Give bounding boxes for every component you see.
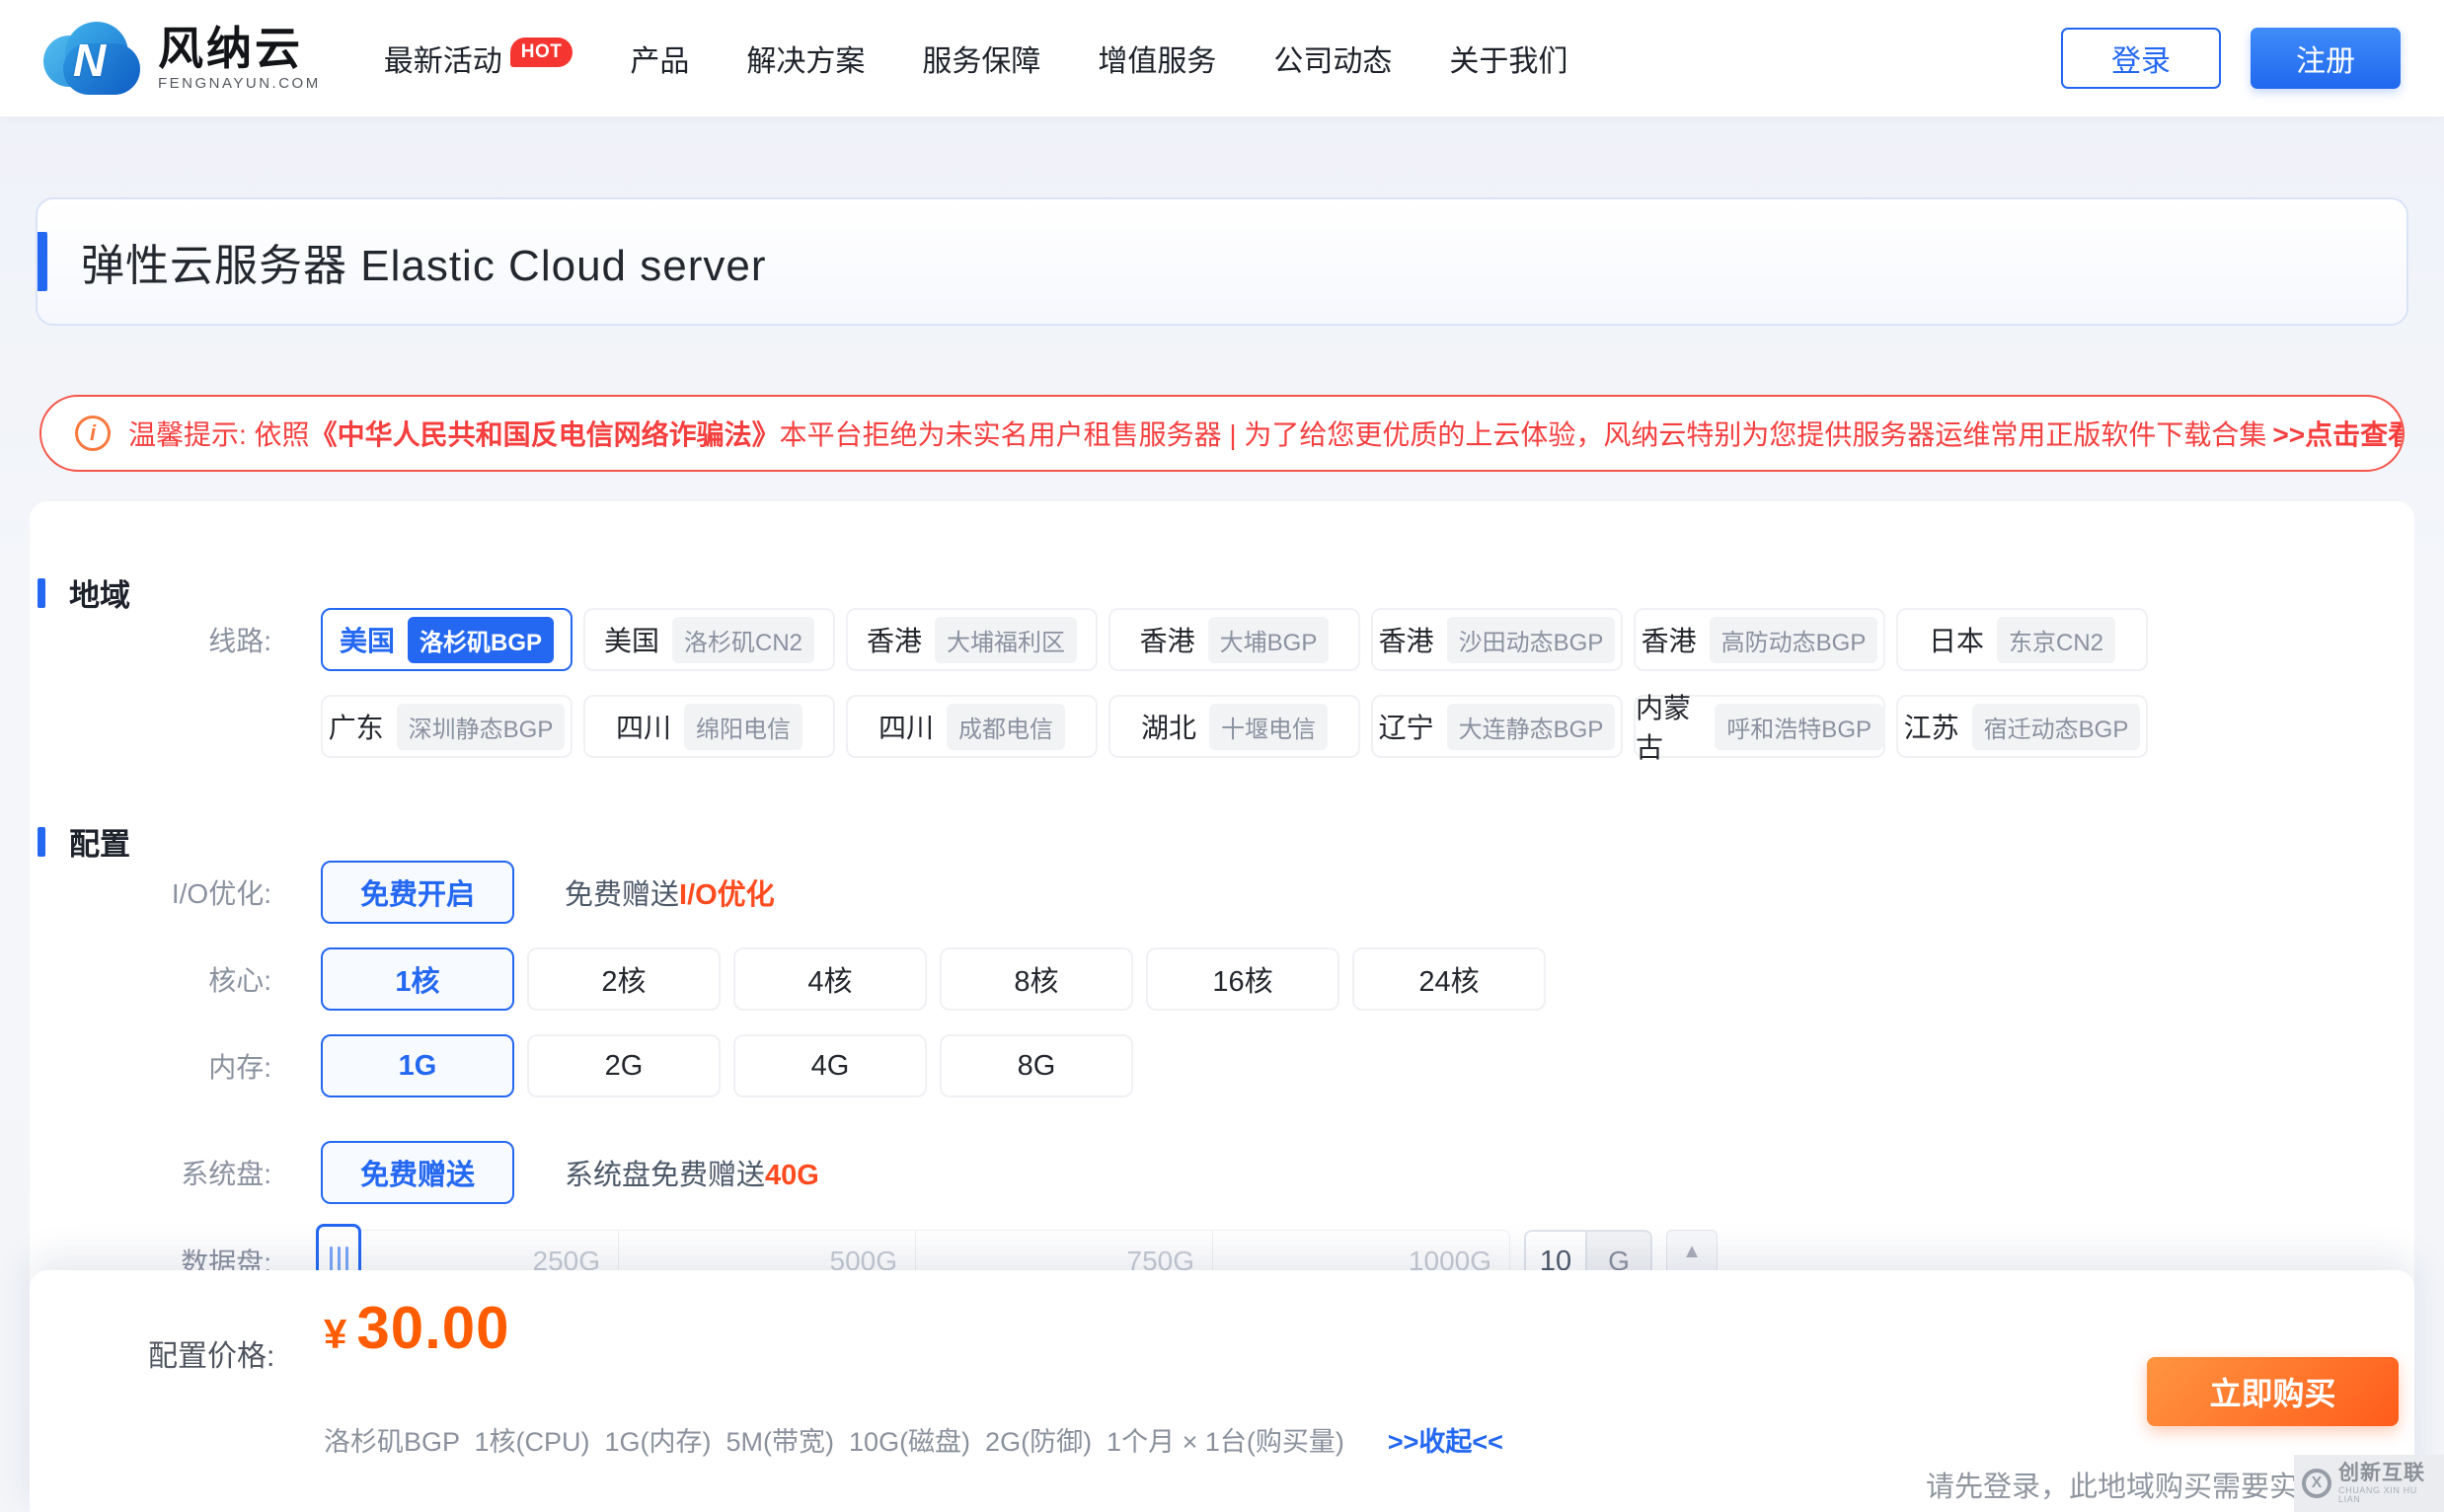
core-option-24[interactable]: 24核 (1352, 947, 1546, 1011)
main-nav: 最新活动 HOT 产品 解决方案 服务保障 增值服务 公司动态 关于我们 (384, 37, 1568, 80)
nav-item-solutions[interactable]: 解决方案 (746, 37, 865, 80)
core-option-1[interactable]: 1核 (321, 947, 514, 1011)
line-option-ln-dalian-bgp[interactable]: 辽宁大连静态BGP (1371, 695, 1623, 758)
io-note: 免费赠送I/O优化 (565, 871, 775, 913)
watermark-logo-icon: X (2302, 1469, 2331, 1498)
line-option-gd-shenzhen-bgp[interactable]: 广东深圳静态BGP (321, 695, 573, 758)
core-option-8[interactable]: 8核 (940, 947, 1133, 1011)
line-option-hb-shiyan[interactable]: 湖北十堰电信 (1108, 695, 1360, 758)
sysdisk-row: 系统盘: 免费赠送 系统盘免费赠送40G (30, 1141, 2414, 1204)
line-option-hk-highdef-bgp[interactable]: 香港高防动态BGP (1634, 608, 1885, 671)
buy-now-button[interactable]: 立即购买 (2147, 1357, 2399, 1426)
sysdisk-label: 系统盘: (30, 1153, 271, 1192)
memory-label: 内存: (30, 1046, 271, 1086)
sysdisk-free-button[interactable]: 免费赠送 (321, 1141, 514, 1204)
currency-symbol: ¥ (324, 1311, 346, 1358)
io-label: I/O优化: (30, 872, 271, 912)
cores-row: 核心: 1核 2核 4核 8核 16核 24核 (30, 947, 2414, 1011)
nav-item-value-added[interactable]: 增值服务 (1098, 37, 1216, 80)
core-option-16[interactable]: 16核 (1146, 947, 1339, 1011)
io-row: I/O优化: 免费开启 免费赠送I/O优化 (30, 861, 2414, 924)
io-free-enable-button[interactable]: 免费开启 (321, 861, 514, 924)
info-icon: i (75, 416, 111, 451)
watermark-subtext: CHUANG XIN HU LIAN (2338, 1486, 2436, 1504)
line-options-row-1: 线路: 美国洛杉矶BGP 美国洛杉矶CN2 香港大埔福利区 香港大埔BGP 香港… (30, 608, 2414, 671)
login-button[interactable]: 登录 (2061, 28, 2221, 89)
config-summary: 洛杉矶BGP 1核(CPU) 1G(内存) 5M(带宽) 10G(磁盘) 2G(… (324, 1420, 1503, 1459)
section-accent-bar (38, 827, 45, 857)
cores-label: 核心: (30, 959, 271, 999)
brand-name: 风纳云 (158, 25, 321, 72)
hot-badge: HOT (510, 38, 573, 67)
notice-view-link[interactable]: >>点击查看<< (2272, 414, 2405, 453)
line-option-hk-shatin-bgp[interactable]: 香港沙田动态BGP (1371, 608, 1623, 671)
price-label: 配置价格: (148, 1331, 274, 1375)
nav-item-service-guarantee[interactable]: 服务保障 (922, 37, 1040, 80)
memory-option-8g[interactable]: 8G (940, 1034, 1133, 1097)
notice-text: 温馨提示: 依照《中华人民共和国反电信网络诈骗法》本平台拒绝为未实名用户租售服务… (128, 414, 2266, 453)
nav-item-latest-activity[interactable]: 最新活动 HOT (384, 37, 573, 80)
core-option-4[interactable]: 4核 (733, 947, 927, 1011)
memory-option-1g[interactable]: 1G (321, 1034, 514, 1097)
line-option-us-la-bgp[interactable]: 美国洛杉矶BGP (321, 608, 573, 671)
section-config: 配置 (38, 819, 130, 864)
line-option-sc-mianyang[interactable]: 四川绵阳电信 (583, 695, 835, 758)
price-value: 30.00 (356, 1294, 509, 1362)
brand-domain: FENGNAYUN.COM (158, 76, 321, 92)
title-accent-bar (38, 232, 47, 291)
line-label: 线路: (30, 620, 271, 659)
line-options-row-2: 广东深圳静态BGP 四川绵阳电信 四川成都电信 湖北十堰电信 辽宁大连静态BGP… (30, 695, 2414, 758)
line-option-us-la-cn2[interactable]: 美国洛杉矶CN2 (583, 608, 835, 671)
nav-item-products[interactable]: 产品 (630, 37, 689, 80)
line-option-sc-chengdu[interactable]: 四川成都电信 (846, 695, 1098, 758)
line-option-hk-taipo-bgp[interactable]: 香港大埔BGP (1108, 608, 1360, 671)
page-title-card: 弹性云服务器 Elastic Cloud server (36, 197, 2408, 326)
section-accent-bar (38, 578, 45, 608)
page-title: 弹性云服务器 Elastic Cloud server (81, 230, 766, 293)
sysdisk-note: 系统盘免费赠送40G (565, 1152, 819, 1193)
memory-option-2g[interactable]: 2G (527, 1034, 721, 1097)
brand-logo[interactable]: N 风纳云 FENGNAYUN.COM (43, 22, 321, 95)
memory-option-4g[interactable]: 4G (733, 1034, 927, 1097)
line-option-hk-taipo-welfare[interactable]: 香港大埔福利区 (846, 608, 1098, 671)
cloud-logo-icon: N (43, 22, 142, 95)
notice-banner: i 温馨提示: 依照《中华人民共和国反电信网络诈骗法》本平台拒绝为未实名用户租售… (39, 395, 2405, 472)
price-amount: ¥ 30.00 (324, 1294, 510, 1362)
line-option-nm-hohhot-bgp[interactable]: 内蒙古呼和浩特BGP (1634, 695, 1885, 758)
nav-item-company-news[interactable]: 公司动态 (1273, 37, 1392, 80)
top-navigation-bar: N 风纳云 FENGNAYUN.COM 最新活动 HOT 产品 解决方案 服务保… (0, 0, 2444, 116)
nav-item-about-us[interactable]: 关于我们 (1449, 37, 1567, 80)
price-bar: 配置价格: ¥ 30.00 洛杉矶BGP 1核(CPU) 1G(内存) 5M(带… (30, 1270, 2414, 1512)
line-option-js-suqian-bgp[interactable]: 江苏宿迁动态BGP (1896, 695, 2148, 758)
login-hint: 请先登录，此地域购买需要实 (1926, 1464, 2298, 1505)
register-button[interactable]: 注册 (2251, 28, 2401, 89)
memory-row: 内存: 1G 2G 4G 8G (30, 1034, 2414, 1097)
core-option-2[interactable]: 2核 (527, 947, 721, 1011)
line-option-jp-tokyo-cn2[interactable]: 日本东京CN2 (1896, 608, 2148, 671)
collapse-link[interactable]: >>收起<< (1388, 1427, 1503, 1457)
watermark-name: 创新互联 (2338, 1463, 2436, 1483)
watermark: X 创新互联 CHUANG XIN HU LIAN (2294, 1455, 2444, 1512)
